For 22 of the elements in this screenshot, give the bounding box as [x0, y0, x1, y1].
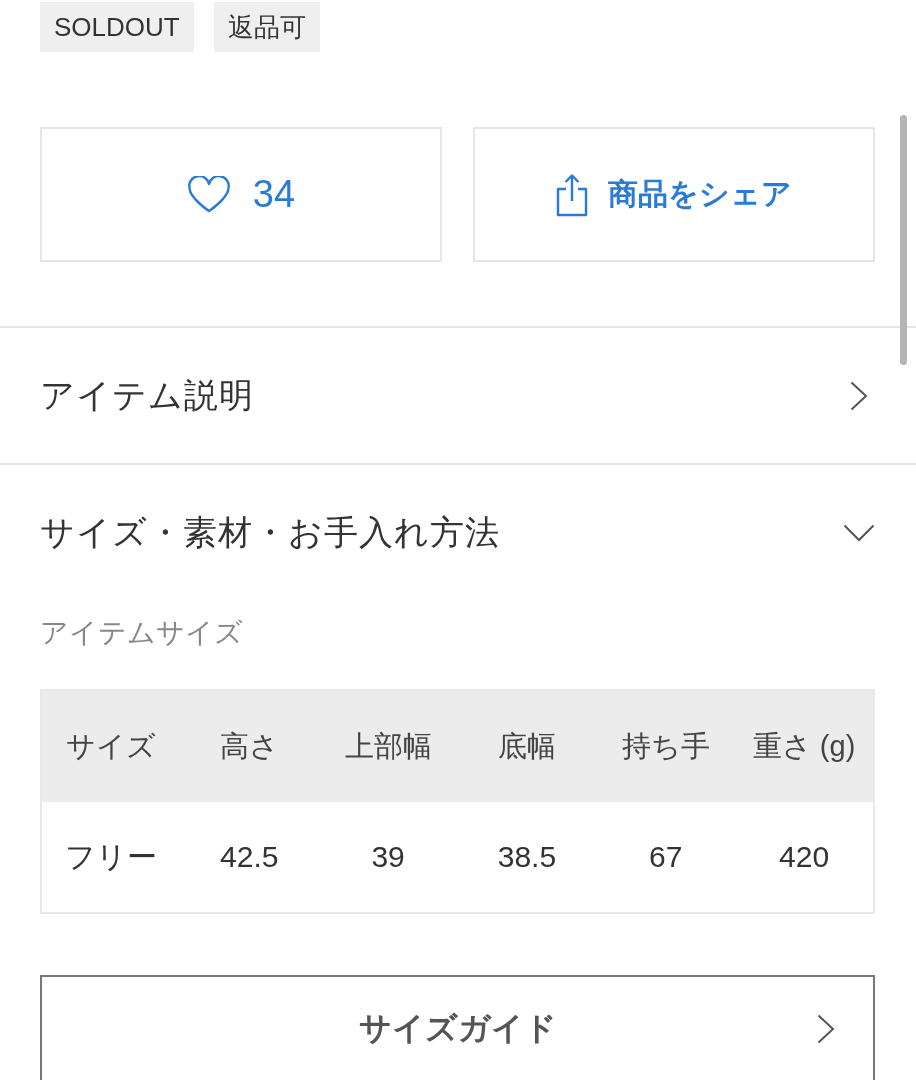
chevron-right-icon — [817, 1014, 835, 1044]
section-subtitle: アイテムサイズ — [40, 616, 244, 650]
column-header: 底幅 — [457, 690, 597, 802]
share-button[interactable]: 商品をシェア — [473, 127, 875, 262]
size-guide-button[interactable]: サイズガイド — [40, 975, 875, 1080]
column-header: 重さ (g) — [735, 690, 874, 802]
table-cell: 42.5 — [179, 802, 319, 913]
table-cell: 38.5 — [457, 802, 597, 913]
table-cell: フリー — [41, 802, 180, 913]
product-tag: SOLDOUT — [40, 2, 194, 52]
table-cell: 39 — [318, 802, 458, 913]
column-header: 高さ — [179, 690, 319, 802]
like-button[interactable]: 34 — [40, 127, 442, 262]
column-header: 上部幅 — [318, 690, 458, 802]
column-header: サイズ — [41, 690, 180, 802]
product-tag: 返品可 — [213, 2, 320, 52]
heart-icon — [186, 175, 231, 214]
table-cell: 420 — [735, 802, 874, 913]
table-cell: 67 — [596, 802, 736, 913]
share-icon — [556, 172, 588, 217]
column-header: 持ち手 — [596, 690, 736, 802]
scrollbar-thumb[interactable] — [900, 115, 907, 365]
